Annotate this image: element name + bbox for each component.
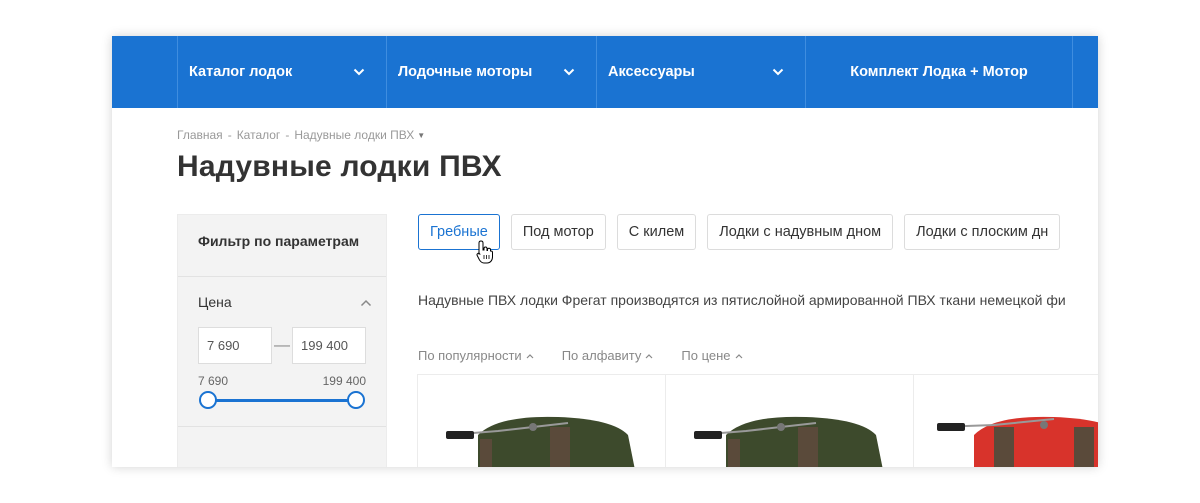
- nav-item-boat-motors[interactable]: Лодочные моторы: [387, 36, 597, 108]
- chip-flat-floor[interactable]: Лодки с плоским дн: [904, 214, 1061, 250]
- price-min-input[interactable]: [198, 327, 272, 364]
- range-max-label: 199 400: [322, 374, 366, 388]
- sort-label: По популярности: [418, 348, 522, 363]
- nav-item-label: Каталог лодок: [189, 64, 293, 80]
- category-chips: Гребные Под мотор С килем Лодки с надувн…: [418, 214, 1071, 250]
- nav-item-accessories[interactable]: Аксессуары: [597, 36, 806, 108]
- product-grid: [417, 374, 1098, 467]
- nav-item-label: Комплект Лодка + Мотор: [850, 64, 1028, 80]
- caret-down-icon[interactable]: ▼: [417, 131, 425, 140]
- chip-inflatable-floor[interactable]: Лодки с надувным дном: [707, 214, 894, 250]
- chevron-up-icon[interactable]: [360, 294, 372, 310]
- chevron-down-icon: [353, 68, 365, 76]
- breadcrumb-item-current[interactable]: Надувные лодки ПВХ: [294, 128, 414, 142]
- boat-image[interactable]: [686, 405, 896, 467]
- page-frame: Каталог лодок Лодочные моторы Аксессуары…: [112, 36, 1098, 467]
- boat-image[interactable]: [438, 405, 648, 467]
- slider-handle-max[interactable]: [347, 391, 365, 409]
- product-card[interactable]: [417, 374, 665, 467]
- boat-image[interactable]: [934, 405, 1098, 467]
- chevron-up-icon: [526, 353, 534, 358]
- sort-bar: По популярности По алфавиту По цене: [418, 348, 771, 363]
- sort-label: По алфавиту: [561, 348, 642, 363]
- price-range-dash: —: [274, 336, 290, 354]
- chevron-down-icon: [772, 68, 784, 76]
- sort-by-alphabet[interactable]: По алфавиту: [562, 348, 654, 363]
- price-filter-label: Цена: [198, 294, 232, 310]
- nav-item-boat-motor-kit[interactable]: Комплект Лодка + Мотор: [806, 36, 1073, 108]
- sort-label: По цене: [681, 348, 731, 363]
- breadcrumb: Главная - Каталог - Надувные лодки ПВХ ▼: [177, 128, 425, 142]
- price-max-input[interactable]: [292, 327, 366, 364]
- hand-cursor-icon: [476, 240, 493, 264]
- filter-divider: [178, 426, 386, 427]
- price-slider[interactable]: [198, 390, 366, 410]
- nav-item-boat-catalog[interactable]: Каталог лодок: [178, 36, 387, 108]
- page-title: Надувные лодки ПВХ: [177, 150, 502, 183]
- chevron-down-icon: [563, 68, 575, 76]
- main-nav: Каталог лодок Лодочные моторы Аксессуары…: [112, 36, 1098, 108]
- nav-item-label: Лодочные моторы: [398, 64, 533, 80]
- breadcrumb-separator: -: [227, 128, 232, 142]
- range-min-label: 7 690: [198, 374, 229, 388]
- breadcrumb-item-home[interactable]: Главная: [177, 128, 223, 142]
- chip-keel[interactable]: С килем: [616, 214, 697, 250]
- product-card[interactable]: [913, 374, 1098, 467]
- chevron-up-icon: [735, 353, 742, 358]
- sort-by-popularity[interactable]: По популярности: [418, 348, 534, 363]
- product-card[interactable]: [665, 374, 913, 467]
- chip-motor[interactable]: Под мотор: [510, 214, 606, 250]
- nav-spacer: [112, 36, 178, 108]
- chevron-up-icon: [645, 353, 653, 358]
- nav-item-label: Аксессуары: [608, 64, 695, 80]
- filter-title: Фильтр по параметрам: [178, 215, 386, 277]
- price-range-labels: 7 690 199 400: [178, 374, 386, 388]
- breadcrumb-separator: -: [285, 128, 290, 142]
- filter-panel: Фильтр по параметрам Цена — 7 690 199 40…: [177, 214, 387, 467]
- sort-by-price[interactable]: По цене: [681, 348, 742, 363]
- price-inputs: —: [178, 327, 386, 364]
- category-description: Надувные ПВХ лодки Фрегат производятся и…: [418, 292, 1066, 308]
- breadcrumb-item-catalog[interactable]: Каталог: [237, 128, 281, 142]
- price-filter-header[interactable]: Цена: [178, 277, 386, 327]
- slider-track[interactable]: [207, 399, 357, 402]
- slider-handle-min[interactable]: [199, 391, 217, 409]
